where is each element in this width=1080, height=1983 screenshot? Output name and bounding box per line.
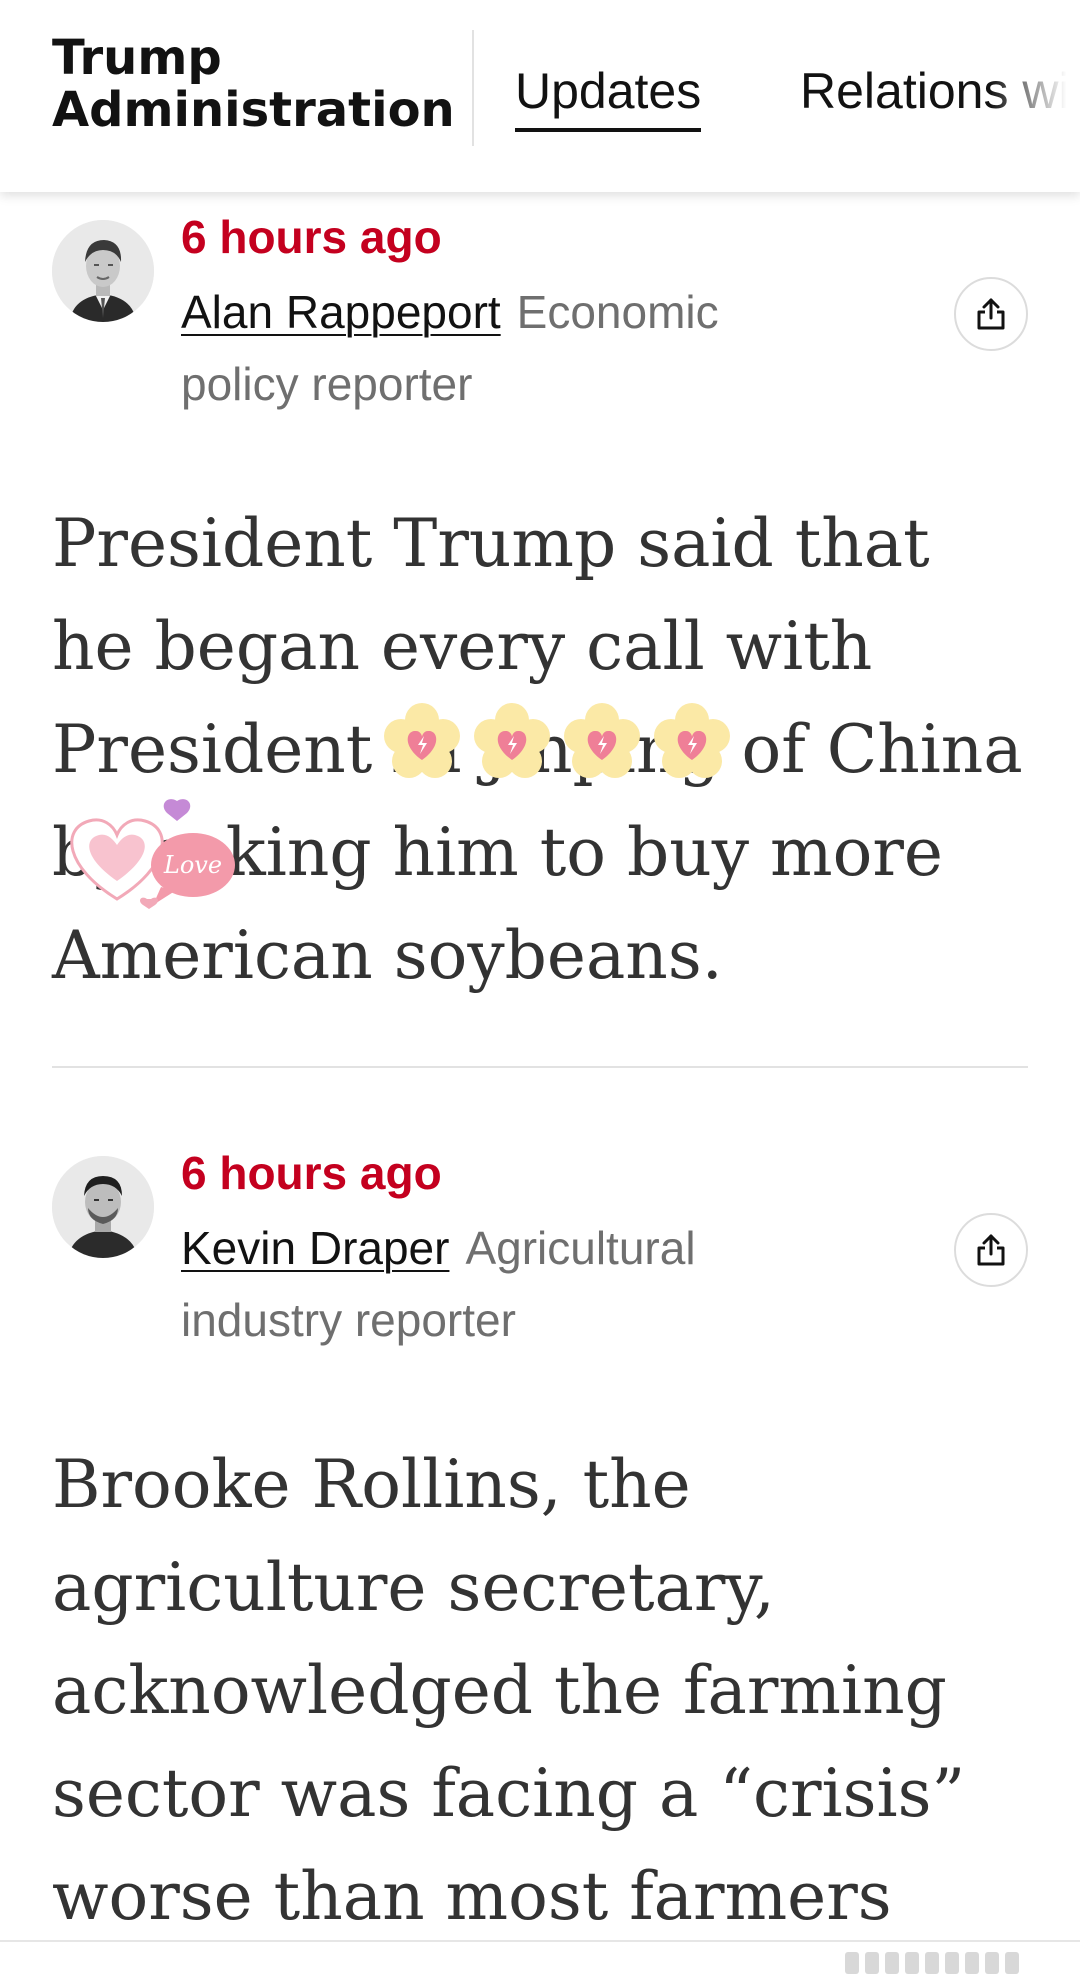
- author-link[interactable]: Alan Rappeport: [181, 286, 501, 338]
- section-title-line2: Administration: [52, 82, 455, 138]
- avatar-portrait: [52, 220, 154, 322]
- update-text: President Trump said that he began every…: [52, 505, 1023, 994]
- section-title[interactable]: Trump Administration: [52, 30, 455, 138]
- byline-block: 6 hours ago Alan Rappeport Economic polic…: [181, 212, 821, 420]
- page-indicator-tick: [1005, 1952, 1019, 1974]
- share-icon: [977, 1234, 1005, 1266]
- timestamp: 6 hours ago: [181, 211, 442, 263]
- page-indicator-tick: [965, 1952, 979, 1974]
- entry-divider: [52, 1066, 1028, 1068]
- page-indicator-tick: [865, 1952, 879, 1974]
- page-indicator-tick: [885, 1952, 899, 1974]
- page-indicator-tick: [945, 1952, 959, 1974]
- page-indicator-tick: [985, 1952, 999, 1974]
- share-button[interactable]: [954, 1213, 1028, 1287]
- tab-overflow-fade: [990, 30, 1080, 160]
- page-indicator-tick: [925, 1952, 939, 1974]
- page-indicator-tick: [905, 1952, 919, 1974]
- avatar-alan-rappeport[interactable]: [52, 220, 154, 322]
- byline: Kevin Draper Agricultural industry report…: [181, 1212, 821, 1356]
- avatar-portrait: [52, 1156, 154, 1258]
- page-indicator-tick: [845, 1952, 859, 1974]
- section-header: Trump Administration Updates Relations w…: [0, 0, 1080, 192]
- header-divider: [472, 30, 474, 146]
- update-text: Brooke Rollins, the agriculture secretar…: [52, 1446, 966, 1935]
- tab-updates[interactable]: Updates: [515, 56, 702, 132]
- author-link[interactable]: Kevin Draper: [181, 1222, 449, 1274]
- page-indicator: [845, 1952, 1019, 1974]
- bottom-divider: [0, 1940, 1080, 1942]
- share-button[interactable]: [954, 277, 1028, 351]
- share-icon: [977, 298, 1005, 330]
- timestamp: 6 hours ago: [181, 1147, 442, 1199]
- section-title-line1: Trump: [52, 30, 222, 86]
- byline-block: 6 hours ago Kevin Draper Agricultural ind…: [181, 1148, 821, 1356]
- avatar-kevin-draper[interactable]: [52, 1156, 154, 1258]
- byline: Alan Rappeport Economic policy reporter: [181, 276, 821, 420]
